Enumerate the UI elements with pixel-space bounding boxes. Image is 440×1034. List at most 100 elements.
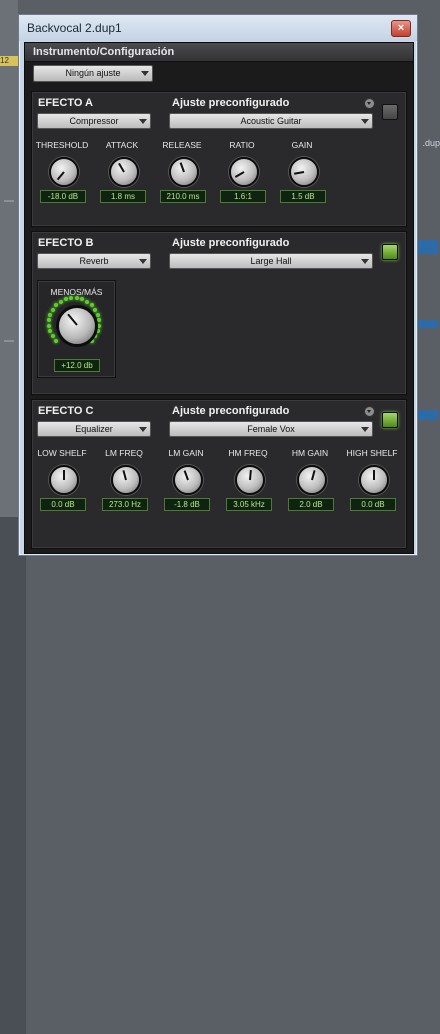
high-shelf-knob[interactable] — [359, 465, 389, 495]
chevron-down-icon — [361, 427, 369, 432]
hm-gain-value[interactable]: 2.0 dB — [288, 498, 334, 511]
threshold-value[interactable]: -18.0 dB — [40, 190, 86, 203]
gain-knob[interactable] — [289, 157, 319, 187]
knob-pointer — [122, 470, 127, 481]
led-dot — [95, 312, 100, 317]
effect-c-preset-dropdown[interactable]: Female Vox — [169, 421, 373, 437]
led-dot — [48, 312, 53, 317]
plugin-panel: Instrumento/Configuración Ningún ajuste … — [24, 42, 414, 554]
hm-gain-knob[interactable] — [297, 465, 327, 495]
effect-c-enable-toggle[interactable] — [382, 412, 398, 428]
release-knob[interactable] — [169, 157, 199, 187]
led-dot — [63, 297, 68, 302]
preset-dropdown[interactable]: Ningún ajuste — [33, 65, 153, 82]
hm-freq-label: HM FREQ — [228, 448, 268, 458]
effect-c-type-value: Equalizer — [75, 424, 113, 434]
led-dot — [89, 303, 94, 308]
chevron-down-icon — [361, 259, 369, 264]
hm-freq-value[interactable]: 3.05 kHz — [226, 498, 272, 511]
led-dot — [74, 296, 79, 301]
effect-b-preset-value: Large Hall — [250, 256, 292, 266]
led-dot — [58, 299, 63, 304]
knob-pointer — [67, 313, 78, 326]
knob-pointer — [373, 470, 375, 480]
lm-gain-label: LM GAIN — [168, 448, 204, 458]
chevron-down-icon — [141, 71, 149, 76]
knob-pointer — [311, 470, 316, 481]
gain-label: GAIN — [291, 140, 313, 150]
lm-freq-knob[interactable] — [111, 465, 141, 495]
lm-freq-value[interactable]: 273.0 Hz — [102, 498, 148, 511]
host-waveform — [416, 320, 438, 328]
led-dot — [54, 303, 59, 308]
knob-pointer — [118, 162, 125, 173]
release-label: RELEASE — [162, 140, 202, 150]
effect-c-label: EFECTO C — [38, 405, 94, 417]
led-dot — [47, 323, 52, 328]
low-shelf-value[interactable]: 0.0 dB — [40, 498, 86, 511]
hm-gain-label: HM GAIN — [291, 448, 329, 458]
knob-pointer — [249, 469, 252, 481]
gain-value[interactable]: 1.5 dB — [280, 190, 326, 203]
effect-a-section: EFECTO A Ajuste preconfigurado Compresso… — [31, 91, 407, 227]
close-button[interactable]: × — [391, 20, 411, 37]
preset-menu-icon[interactable] — [364, 98, 375, 109]
window-titlebar[interactable]: Backvocal 2.dup1 × — [19, 15, 417, 41]
effect-a-preset-value: Acoustic Guitar — [240, 116, 302, 126]
release-value[interactable]: 210.0 ms — [160, 190, 206, 203]
effect-a-enable-toggle[interactable] — [382, 104, 398, 120]
knob-pointer — [56, 171, 65, 181]
led-dot — [47, 318, 52, 323]
window-title: Backvocal 2.dup1 — [27, 21, 122, 35]
led-dot — [50, 307, 55, 312]
plugin-window: Backvocal 2.dup1 × Instrumento/Configura… — [18, 14, 418, 556]
reverb-mix-control: MENOS/MÁS +12.0 db — [37, 280, 116, 378]
attack-knob[interactable] — [109, 157, 139, 187]
led-dot — [85, 299, 90, 304]
effect-b-type-dropdown[interactable]: Reverb — [37, 253, 151, 269]
hm-freq-knob[interactable] — [235, 465, 265, 495]
effect-a-type-value: Compressor — [69, 116, 119, 126]
effect-b-section: EFECTO B Ajuste preconfigurado Reverb La… — [31, 231, 407, 395]
low-shelf-knob[interactable] — [49, 465, 79, 495]
lm-gain-value[interactable]: -1.8 dB — [164, 498, 210, 511]
knob-pointer — [234, 171, 245, 178]
reverb-mix-value[interactable]: +12.0 db — [54, 359, 100, 372]
knob-pointer — [293, 171, 305, 175]
led-dot — [93, 307, 98, 312]
threshold-knob[interactable] — [49, 157, 79, 187]
effect-c-preset-label: Ajuste preconfigurado — [172, 405, 290, 417]
effect-b-label: EFECTO B — [38, 237, 94, 249]
effect-a-type-dropdown[interactable]: Compressor — [37, 113, 151, 129]
ruler-tick — [4, 200, 14, 202]
led-dot — [80, 297, 85, 302]
high-shelf-label: HIGH SHELF — [346, 448, 398, 458]
chevron-down-icon — [139, 119, 147, 124]
effect-c-preset-value: Female Vox — [247, 424, 295, 434]
ratio-knob[interactable] — [229, 157, 259, 187]
effect-b-enable-toggle[interactable] — [382, 244, 398, 260]
knob-pointer — [183, 470, 189, 481]
effect-a-label: EFECTO A — [38, 97, 94, 109]
effect-a-preset-dropdown[interactable]: Acoustic Guitar — [169, 113, 373, 129]
ratio-value[interactable]: 1.6:1 — [220, 190, 266, 203]
preset-menu-icon[interactable] — [364, 406, 375, 417]
attack-value[interactable]: 1.8 ms — [100, 190, 146, 203]
led-dot — [69, 296, 74, 301]
lm-freq-label: LM FREQ — [105, 448, 143, 458]
host-clip-name: .dup — [422, 138, 440, 148]
reverb-mix-knob[interactable] — [56, 305, 98, 347]
effect-c-type-dropdown[interactable]: Equalizer — [37, 421, 151, 437]
lm-gain-knob[interactable] — [173, 465, 203, 495]
preset-dropdown-value: Ningún ajuste — [65, 68, 121, 78]
knob-pointer — [63, 470, 65, 480]
effect-b-type-value: Reverb — [79, 256, 109, 266]
high-shelf-value[interactable]: 0.0 dB — [350, 498, 396, 511]
led-dot — [50, 334, 55, 339]
low-shelf-label: LOW SHELF — [37, 448, 87, 458]
chevron-down-icon — [139, 259, 147, 264]
knob-pointer — [179, 162, 185, 173]
led-dot — [48, 329, 53, 334]
effect-b-preset-dropdown[interactable]: Large Hall — [169, 253, 373, 269]
chevron-down-icon — [139, 427, 147, 432]
